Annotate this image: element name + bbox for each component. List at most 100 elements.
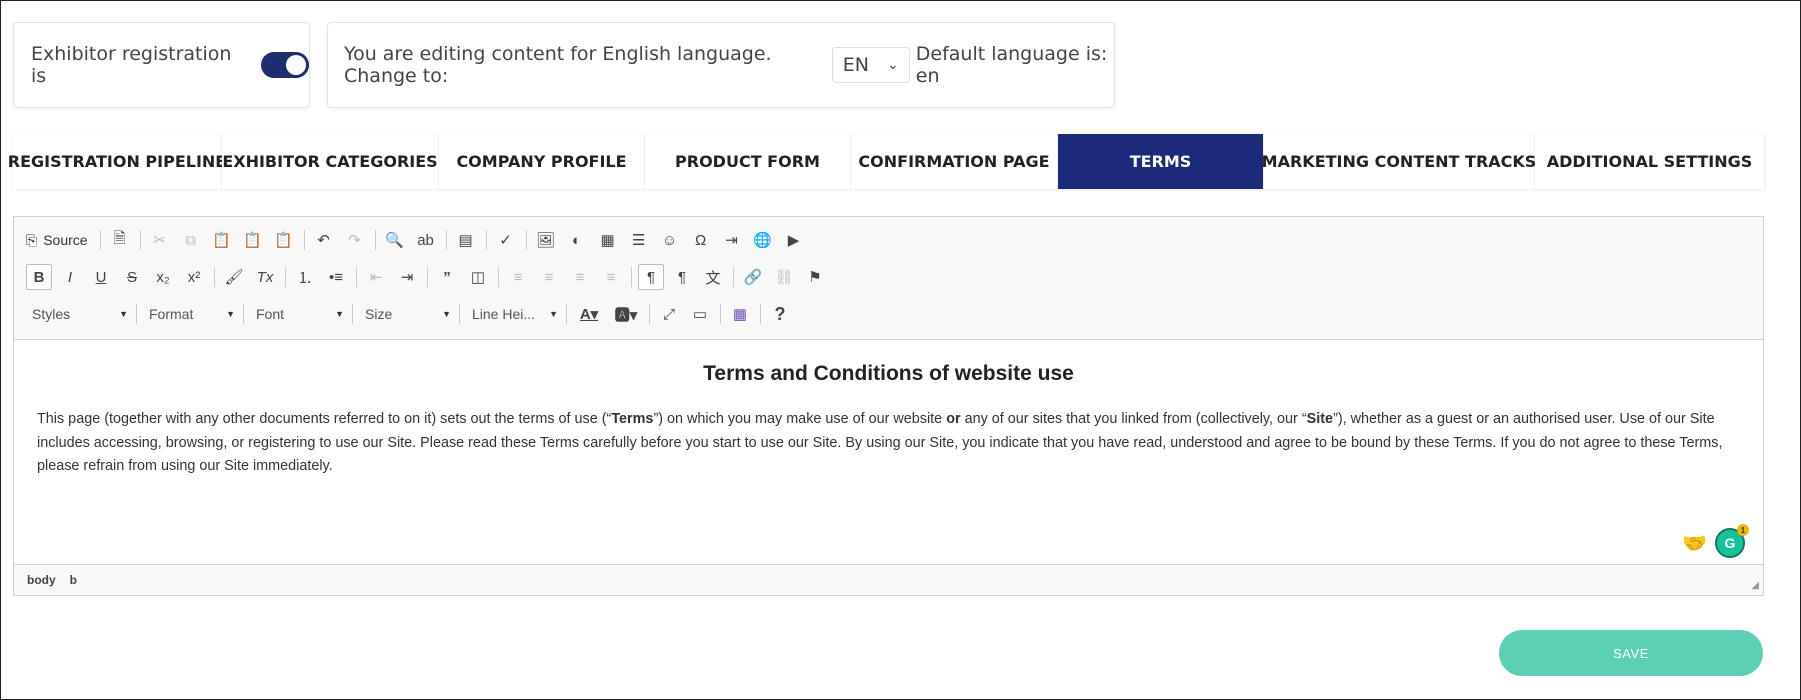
maximize-icon[interactable]: ⤢ <box>656 301 682 327</box>
dropdown-arrow-icon: ▼ <box>226 309 235 319</box>
div-icon[interactable]: ◫ <box>465 264 491 290</box>
replace-icon[interactable]: ab <box>413 227 439 253</box>
grammarly-icon[interactable]: G1 <box>1715 524 1749 558</box>
styles-combo[interactable]: Styles ▼ <box>26 301 134 327</box>
toolbar-row-3: Styles ▼ Format ▼ Font ▼ Size ▼ Line Hei... ▼… <box>26 299 798 329</box>
dropdown-arrow-icon: ▼ <box>549 309 558 319</box>
horizontal-line-icon[interactable]: ☰ <box>626 227 652 253</box>
blockquote-icon[interactable]: ” <box>434 264 460 290</box>
tab-confirmation-page[interactable]: CONFIRMATION PAGE <box>851 134 1058 189</box>
preview-icon[interactable]: 🗎 <box>107 227 133 253</box>
remove-format-icon[interactable]: Tx <box>252 264 278 290</box>
show-blocks-icon[interactable]: ▭ <box>687 301 713 327</box>
path-body[interactable]: body <box>27 573 56 587</box>
rtl-icon[interactable]: ¶ <box>669 264 695 290</box>
font-label: Font <box>256 306 285 322</box>
resize-handle-icon[interactable]: ◢ <box>1751 580 1759 591</box>
grid-icon[interactable]: ▦ <box>727 301 753 327</box>
handshake-icon[interactable]: 🤝 <box>1682 531 1707 556</box>
line-height-label: Line Hei... <box>472 306 536 322</box>
select-all-icon[interactable]: ▤ <box>453 227 479 253</box>
background-color-icon[interactable]: 🅰▾ <box>610 301 642 327</box>
language-icon[interactable]: 文 <box>700 264 726 290</box>
outdent-icon[interactable]: ⇤ <box>363 264 389 290</box>
underline-icon[interactable]: U <box>88 264 114 290</box>
editor-toolbar: ⎘ Source 🗎 ✂ ⧉ 📋 📋 📋 ↶ ↷ 🔍 ab ▤ ✓ 🖼 ◐ ▦ ☰… <box>14 217 1763 340</box>
dropdown-arrow-icon: ▼ <box>442 309 451 319</box>
tab-exhibitor-categories[interactable]: EXHIBITOR CATEGORIES <box>222 134 439 189</box>
tab-company-profile[interactable]: COMPANY PROFILE <box>439 134 645 189</box>
justify-icon[interactable]: ≡ <box>598 264 624 290</box>
size-combo[interactable]: Size ▼ <box>359 301 457 327</box>
rich-text-editor: ⎘ Source 🗎 ✂ ⧉ 📋 📋 📋 ↶ ↷ 🔍 ab ▤ ✓ 🖼 ◐ ▦ ☰… <box>13 216 1764 596</box>
youtube-icon[interactable]: ▶ <box>781 227 807 253</box>
language-selected: EN <box>842 54 870 76</box>
image-icon[interactable]: 🖼 <box>533 227 559 253</box>
format-label: Format <box>149 306 194 322</box>
special-char-icon[interactable]: Ω <box>688 227 714 253</box>
document-paragraph: This page (together with any other docum… <box>37 411 1723 474</box>
source-icon: ⎘ <box>26 231 38 248</box>
spellcheck-icon[interactable]: ✓ <box>493 227 519 253</box>
bold-icon[interactable]: B <box>26 264 52 290</box>
tab-terms[interactable]: TERMS <box>1058 134 1264 189</box>
source-label: Source <box>43 232 88 248</box>
source-button[interactable]: ⎘ Source <box>26 232 88 249</box>
paste-text-icon[interactable]: 📋 <box>240 227 266 253</box>
language-card: You are editing content for English lang… <box>327 22 1115 108</box>
editor-statusbar: body b ◢ <box>14 564 1763 595</box>
registration-toggle[interactable] <box>260 52 309 78</box>
superscript-icon[interactable]: x² <box>181 264 207 290</box>
page-break-icon[interactable]: ⇥ <box>719 227 745 253</box>
save-button[interactable]: SAVE <box>1499 630 1763 676</box>
align-right-icon[interactable]: ≡ <box>567 264 593 290</box>
flash-icon[interactable]: ◐ <box>564 227 590 253</box>
copy-format-icon[interactable]: 🖌 <box>221 264 247 290</box>
tab-additional-settings[interactable]: ADDITIONAL SETTINGS <box>1535 134 1765 189</box>
cut-icon[interactable]: ✂ <box>147 227 173 253</box>
indent-icon[interactable]: ⇥ <box>394 264 420 290</box>
toggle-knob <box>286 55 306 75</box>
anchor-flag-icon[interactable]: ⚑ <box>802 264 828 290</box>
tab-marketing-content-tracks[interactable]: MARKETING CONTENT TRACKS <box>1262 134 1536 189</box>
format-combo[interactable]: Format ▼ <box>143 301 241 327</box>
subscript-icon[interactable]: x₂ <box>150 264 176 290</box>
path-b[interactable]: b <box>70 573 77 587</box>
align-left-icon[interactable]: ≡ <box>505 264 531 290</box>
paste-icon[interactable]: 📋 <box>209 227 235 253</box>
size-label: Size <box>365 306 393 322</box>
smiley-icon[interactable]: ☺ <box>657 227 683 253</box>
strikethrough-icon[interactable]: S <box>119 264 145 290</box>
text-color-icon[interactable]: A▾ <box>573 301 605 327</box>
tab-product-form[interactable]: PRODUCT FORM <box>645 134 851 189</box>
help-icon[interactable]: ? <box>767 301 793 327</box>
bulleted-list-icon[interactable]: •≡ <box>323 264 349 290</box>
default-language: Default language is: en <box>915 43 1108 87</box>
copy-icon[interactable]: ⧉ <box>178 227 204 253</box>
iframe-icon[interactable]: 🌐 <box>750 227 776 253</box>
toolbar-row-1: ⎘ Source 🗎 ✂ ⧉ 📋 📋 📋 ↶ ↷ 🔍 ab ▤ ✓ 🖼 ◐ ▦ ☰… <box>26 225 812 255</box>
align-center-icon[interactable]: ≡ <box>536 264 562 290</box>
font-combo[interactable]: Font ▼ <box>250 301 350 327</box>
find-icon[interactable]: 🔍 <box>382 227 408 253</box>
paste-word-icon[interactable]: 📋 <box>271 227 297 253</box>
italic-icon[interactable]: I <box>57 264 83 290</box>
table-icon[interactable]: ▦ <box>595 227 621 253</box>
registration-card: Exhibitor registration is <box>13 22 310 108</box>
language-select[interactable]: EN ⌄ <box>831 47 910 83</box>
registration-label: Exhibitor registration is <box>31 43 232 87</box>
numbered-list-icon[interactable]: ⒈ <box>292 264 318 290</box>
undo-icon[interactable]: ↶ <box>311 227 337 253</box>
tab-bar: REGISTRATION PIPELINE EXHIBITOR CATEGORI… <box>8 134 1765 189</box>
line-height-combo[interactable]: Line Hei... ▼ <box>466 301 564 327</box>
editor-content[interactable]: Terms and Conditions of website use This… <box>14 340 1763 564</box>
unlink-icon[interactable]: ⛓ <box>771 264 797 290</box>
chevron-down-icon: ⌄ <box>887 57 899 73</box>
ltr-icon[interactable]: ¶ <box>638 264 664 290</box>
redo-icon[interactable]: ↷ <box>342 227 368 253</box>
toolbar-row-2: B I U S x₂ x² 🖌 Tx ⒈ •≡ ⇤ ⇥ ” ◫ ≡ ≡ ≡ ≡ … <box>26 262 833 292</box>
dropdown-arrow-icon: ▼ <box>119 309 128 319</box>
link-icon[interactable]: 🔗 <box>740 264 766 290</box>
tab-registration-pipeline[interactable]: REGISTRATION PIPELINE <box>8 134 226 189</box>
language-prefix: You are editing content for English lang… <box>344 43 772 87</box>
